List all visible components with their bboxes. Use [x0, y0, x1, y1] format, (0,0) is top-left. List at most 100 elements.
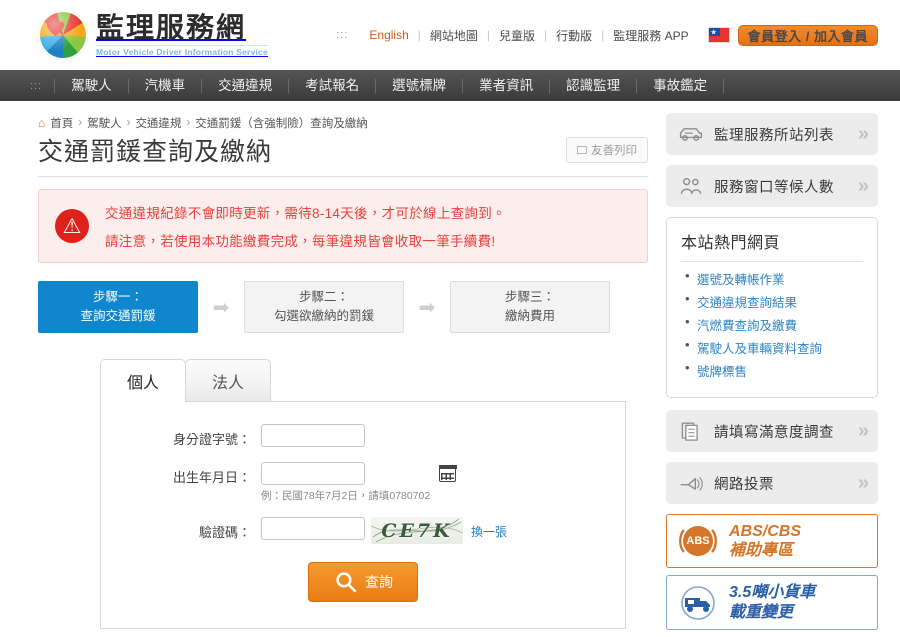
top-link-app[interactable]: 監理服務 APP	[604, 27, 697, 44]
banner-abs-line1: ABS/CBS	[729, 523, 802, 540]
accessibility-anchor-header[interactable]: :::	[336, 29, 348, 41]
title-divider	[38, 176, 648, 177]
top-link-mobile[interactable]: 行動版	[547, 27, 601, 44]
captcha-refresh-link[interactable]: 換一張	[471, 523, 507, 540]
captcha-text: CE7K	[381, 519, 453, 542]
birth-hint: 例：民國78年7月2日，請填0780702	[261, 490, 431, 502]
captcha-image: CE7K	[371, 517, 463, 544]
nav-item-about[interactable]: 認識監理	[550, 78, 638, 93]
birth-label: 出生年月日：	[172, 470, 251, 485]
sidebar-item-online-vote-label: 網路投票	[714, 476, 774, 493]
field-row-birth: 出生年月日： 例：民國78年7月2日，請填0780702	[101, 462, 625, 503]
tab-personal[interactable]: 個人	[100, 359, 187, 402]
calendar-icon[interactable]	[438, 465, 457, 482]
home-icon: ⌂	[38, 116, 46, 130]
nav-item-business-info[interactable]: 業者資訊	[463, 78, 551, 93]
main-navigation: ::: 駕駛人 汽機車 交通違規 考試報名 選號標牌 業者資訊 認識監理 事故鑑…	[0, 70, 900, 101]
popular-pages-panel: 本站熱門網頁 選號及轉帳作業 交通違規查詢結果 汽燃費查詢及繳費 駕駛人及車輛資…	[666, 217, 878, 398]
abs-icon: ABS	[676, 523, 720, 559]
megaphone-icon	[680, 476, 703, 491]
banner-abs-line2: 補助專區	[729, 542, 794, 560]
form-tabs: 個人 法人	[38, 359, 648, 402]
step-3-line2: 繳納費用	[504, 309, 555, 323]
search-icon	[336, 572, 357, 593]
banner-truck-load-change[interactable]: 3.5噸小貨車 載重變更	[666, 575, 878, 630]
people-icon	[680, 178, 702, 194]
breadcrumb-item-violation[interactable]: 交通違規	[135, 115, 181, 131]
popular-link-plate-transfer[interactable]: 選號及轉帳作業	[697, 273, 785, 287]
taiwan-flag-icon	[707, 27, 730, 43]
popular-link-fuel-fee[interactable]: 汽燃費查詢及繳費	[697, 319, 797, 333]
nav-item-traffic-violation[interactable]: 交通違規	[202, 78, 290, 93]
site-header: 監理服務網 Motor Vehicle Driver Information S…	[0, 0, 900, 70]
nav-item-vehicle[interactable]: 汽機車	[129, 78, 203, 93]
list-item: 駕駛人及車輛資料查詢	[681, 337, 863, 357]
member-login-button[interactable]: 會員登入 / 加入會員	[737, 24, 878, 46]
top-link-kids[interactable]: 兒童版	[490, 27, 544, 44]
captcha-input[interactable]	[261, 517, 365, 540]
step-2[interactable]: 步驟二： 勾選欲繳納的罰鍰	[244, 281, 404, 333]
breadcrumb-item-home[interactable]: 首頁	[50, 115, 73, 131]
step-3[interactable]: 步驟三： 繳納費用	[450, 281, 610, 333]
captcha-label: 驗證碼：	[198, 525, 251, 540]
list-item: 號牌標售	[681, 360, 863, 380]
step-1-line1: 步驟一：	[92, 290, 143, 305]
nav-item-plate-selection[interactable]: 選號標牌	[376, 78, 464, 93]
chevron-right-icon: »	[857, 419, 869, 442]
breadcrumb: ⌂ 首頁 › 駕駛人 › 交通違規 › 交通罰鍰（含強制險）查詢及繳納	[38, 113, 648, 137]
popular-link-driver-vehicle-data[interactable]: 駕駛人及車輛資料查詢	[697, 342, 822, 356]
accessibility-anchor-nav[interactable]: :::	[30, 80, 42, 92]
breadcrumb-item-driver[interactable]: 駕駛人	[87, 115, 122, 131]
alert-line-2: 請注意，若使用本功能繳費完成，每筆違規皆會收取一筆手續費!	[105, 234, 496, 249]
banner-abs-cbs-subsidy[interactable]: ABS ABS/CBS 補助專區	[666, 514, 878, 569]
step-2-line2: 勾選欲繳納的罰鍰	[273, 309, 374, 323]
notice-alert: ⚠ 交通違規紀錄不會即時更新，需待8-14天後，才可於線上查詢到。 請注意，若使…	[38, 189, 648, 263]
sidebar-item-satisfaction-survey[interactable]: 請填寫滿意度調查 »	[666, 410, 878, 452]
field-row-captcha: 驗證碼： CE7K 換一張	[101, 517, 625, 544]
logo-title-en: Motor Vehicle Driver Information Service	[96, 44, 268, 57]
step-1[interactable]: 步驟一： 查詢交通罰鍰	[38, 281, 198, 333]
step-3-line1: 步驟三：	[504, 290, 555, 305]
search-button-label: 查詢	[365, 574, 393, 590]
logo-title-cn: 監理服務網	[96, 11, 247, 45]
birth-input[interactable]	[261, 462, 365, 485]
chevron-right-icon: »	[857, 174, 869, 197]
alert-line-1: 交通違規紀錄不會即時更新，需待8-14天後，才可於線上查詢到。	[105, 206, 506, 221]
sidebar-item-queue-count[interactable]: 服務窗口等候人數 »	[666, 165, 878, 207]
site-logo[interactable]: 監理服務網 Motor Vehicle Driver Information S…	[38, 10, 268, 60]
chevron-right-icon: »	[857, 122, 869, 145]
breadcrumb-item-current: 交通罰鍰（含強制險）查詢及繳納	[195, 118, 368, 130]
step-arrow-2: ➡	[418, 296, 436, 319]
main-content: ⌂ 首頁 › 駕駛人 › 交通違規 › 交通罰鍰（含強制險）查詢及繳納 交通罰鍰…	[38, 113, 648, 637]
page-title: 交通罰鍰查詢及繳納	[38, 138, 273, 166]
sidebar-item-online-vote[interactable]: 網路投票 »	[666, 462, 878, 504]
top-link-english[interactable]: English	[360, 28, 417, 42]
breadcrumb-separator: ›	[126, 117, 131, 129]
sidebar-item-office-list[interactable]: 監理服務所站列表 »	[666, 113, 878, 155]
breadcrumb-separator: ›	[186, 117, 191, 129]
step-2-line1: 步驟二：	[298, 290, 349, 305]
id-input[interactable]	[261, 424, 365, 447]
popular-link-violation-result[interactable]: 交通違規查詢結果	[697, 296, 797, 310]
step-indicator: 步驟一： 查詢交通罰鍰 ➡ 步驟二： 勾選欲繳納的罰鍰 ➡ 步驟三： 繳納費用	[38, 281, 648, 333]
step-1-line2: 查詢交通罰鍰	[80, 309, 156, 323]
print-button[interactable]: 友善列印	[566, 137, 648, 163]
breadcrumb-separator: ›	[78, 117, 83, 129]
popular-link-plate-auction[interactable]: 號牌標售	[697, 365, 747, 379]
nav-item-accident-appraisal[interactable]: 事故鑑定	[637, 78, 725, 93]
tab-corporate[interactable]: 法人	[185, 359, 272, 402]
field-row-id: 身分證字號：	[101, 424, 625, 448]
search-button[interactable]: 查詢	[308, 562, 418, 602]
nav-item-driver[interactable]: 駕駛人	[54, 78, 129, 93]
sidebar-item-office-list-label: 監理服務所站列表	[714, 127, 834, 144]
popular-pages-title: 本站熱門網頁	[681, 229, 863, 262]
sidebar-item-queue-count-label: 服務窗口等候人數	[714, 179, 834, 196]
list-item: 交通違規查詢結果	[681, 291, 863, 311]
truck-icon	[676, 585, 720, 621]
car-icon	[679, 128, 703, 141]
step-arrow-1: ➡	[212, 296, 230, 319]
top-link-sitemap[interactable]: 網站地圖	[421, 27, 487, 44]
nav-item-exam-registration[interactable]: 考試報名	[289, 78, 377, 93]
printer-icon	[577, 146, 587, 154]
list-item: 汽燃費查詢及繳費	[681, 314, 863, 334]
